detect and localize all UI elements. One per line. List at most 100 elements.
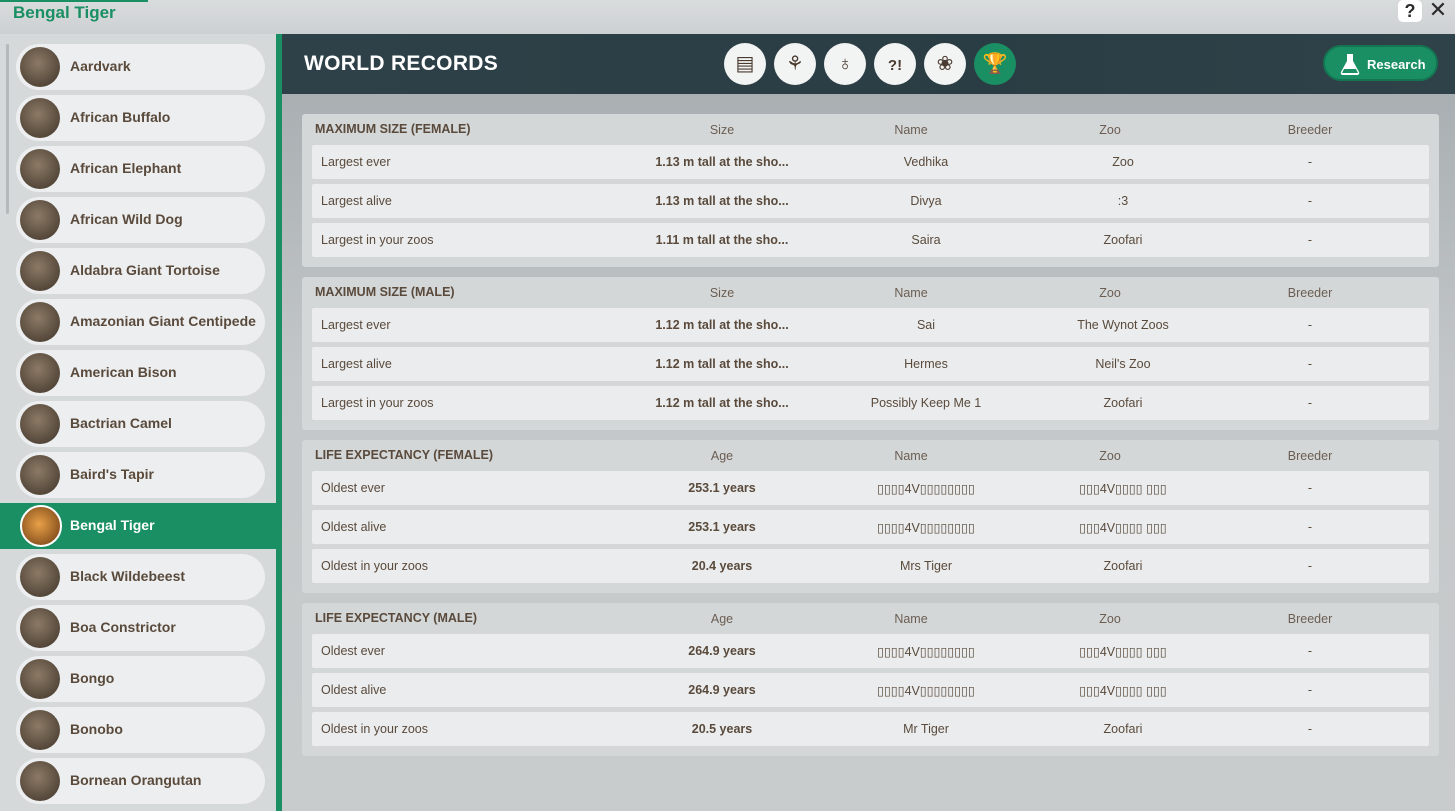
record-row[interactable]: Oldest in your zoos 20.4 years Mrs Tiger Zo… bbox=[312, 549, 1429, 583]
record-name: ▯▯▯▯4V▯▯▯▯▯▯▯▯ bbox=[877, 482, 975, 496]
animal-avatar bbox=[20, 608, 60, 648]
trophy-icon: 🏆 bbox=[982, 53, 1008, 75]
enrichment-tab[interactable]: ♁ bbox=[824, 43, 866, 85]
trophy-tab[interactable]: 🏆 bbox=[974, 43, 1016, 85]
record-label: Largest in your zoos bbox=[321, 396, 434, 410]
record-row[interactable]: Largest ever 1.12 m tall at the sho... Sai… bbox=[312, 308, 1429, 342]
record-row[interactable]: Largest in your zoos 1.11 m tall at the s… bbox=[312, 223, 1429, 257]
record-label: Oldest ever bbox=[321, 481, 385, 495]
sidebar-item[interactable]: African Elephant bbox=[16, 146, 265, 192]
record-label: Oldest in your zoos bbox=[321, 559, 428, 573]
section-title: LIFE EXPECTANCY (MALE) bbox=[315, 611, 478, 625]
column-header: Size bbox=[709, 123, 735, 137]
section-title: LIFE EXPECTANCY (FEMALE) bbox=[315, 448, 494, 462]
sidebar-item-label: American Bison bbox=[70, 364, 177, 380]
sidebar-item-label: Bornean Orangutan bbox=[70, 772, 202, 788]
record-name: Mrs Tiger bbox=[899, 559, 953, 573]
record-breeder: - bbox=[1307, 481, 1313, 495]
sidebar-item-label: Boa Constrictor bbox=[70, 619, 176, 635]
sidebar-item-label: African Elephant bbox=[70, 160, 182, 176]
records-content: MAXIMUM SIZE (FEMALE) Size Name Zoo Breeder L… bbox=[282, 94, 1455, 811]
record-section: LIFE EXPECTANCY (FEMALE) Age Name Zoo Breede… bbox=[302, 440, 1439, 593]
column-header: Zoo bbox=[1099, 123, 1121, 137]
record-label: Largest ever bbox=[321, 318, 391, 332]
window-title: Bengal Tiger bbox=[13, 3, 116, 22]
record-row[interactable]: Largest alive 1.12 m tall at the sho... He… bbox=[312, 347, 1429, 381]
record-zoo: Zoo bbox=[1112, 155, 1134, 169]
column-header: Zoo bbox=[1099, 449, 1121, 463]
column-header: Zoo bbox=[1099, 286, 1121, 300]
sidebar-item[interactable]: Bengal Tiger bbox=[0, 503, 276, 549]
column-header: Breeder bbox=[1287, 449, 1333, 463]
sidebar-item[interactable]: Bongo bbox=[16, 656, 265, 702]
paw-icon: ❀ bbox=[936, 53, 954, 75]
record-value: 1.12 m tall at the sho... bbox=[655, 318, 789, 332]
sidebar-item[interactable]: Bactrian Camel bbox=[16, 401, 265, 447]
column-header: Name bbox=[894, 123, 928, 137]
record-label: Oldest alive bbox=[321, 683, 387, 697]
sidebar-item[interactable]: Black Wildebeest bbox=[16, 554, 265, 600]
title-underline bbox=[0, 0, 148, 2]
sidebar-item-label: African Buffalo bbox=[70, 109, 171, 125]
main-panel: WORLD RECORDS ▤ ⚘ ♁?! ❀ 🏆 Research MAXIMUM S… bbox=[282, 34, 1455, 811]
record-breeder: - bbox=[1307, 396, 1313, 410]
record-name: ▯▯▯▯4V▯▯▯▯▯▯▯▯ bbox=[877, 684, 975, 698]
record-name: Saira bbox=[911, 233, 941, 247]
record-row[interactable]: Oldest in your zoos 20.5 years Mr Tiger Zoo… bbox=[312, 712, 1429, 746]
behaviour-tab[interactable]: ?! bbox=[874, 43, 916, 85]
sidebar-item[interactable]: African Wild Dog bbox=[16, 197, 265, 243]
close-button[interactable]: ✕ bbox=[1428, 0, 1448, 21]
record-name: Hermes bbox=[904, 357, 948, 371]
sidebar-item-label: Bongo bbox=[70, 670, 115, 686]
animal-avatar bbox=[20, 659, 60, 699]
section-title: MAXIMUM SIZE (FEMALE) bbox=[315, 122, 471, 136]
sidebar-item[interactable]: African Buffalo bbox=[16, 95, 265, 141]
record-row[interactable]: Largest in your zoos 1.12 m tall at the s… bbox=[312, 386, 1429, 420]
record-row[interactable]: Oldest alive 264.9 years ▯▯▯▯4V▯▯▯▯▯▯▯▯ ▯▯▯… bbox=[312, 673, 1429, 707]
sidebar-item[interactable]: Aldabra Giant Tortoise bbox=[16, 248, 265, 294]
column-header: Age bbox=[710, 449, 734, 463]
record-zoo: ▯▯▯4V▯▯▯▯ ▯▯▯ bbox=[1079, 645, 1167, 659]
animal-list: Aardvark African Buffalo African Elephant A… bbox=[0, 34, 282, 811]
record-zoo: ▯▯▯4V▯▯▯▯ ▯▯▯ bbox=[1079, 684, 1167, 698]
record-value: 1.12 m tall at the sho... bbox=[655, 357, 789, 371]
sidebar-item[interactable]: Amazonian Giant Centipede bbox=[16, 299, 265, 345]
record-zoo: :3 bbox=[1117, 194, 1129, 208]
record-row[interactable]: Largest ever 1.13 m tall at the sho... Ved… bbox=[312, 145, 1429, 179]
records-header: WORLD RECORDS ▤ ⚘ ♁?! ❀ 🏆 Research bbox=[282, 34, 1455, 94]
record-breeder: - bbox=[1307, 155, 1313, 169]
help-button[interactable]: ? bbox=[1398, 0, 1422, 22]
animal-avatar bbox=[20, 710, 60, 750]
record-zoo: The Wynot Zoos bbox=[1077, 318, 1169, 332]
animal-avatar bbox=[20, 557, 60, 597]
paw-tab[interactable]: ❀ bbox=[924, 43, 966, 85]
research-button[interactable]: Research bbox=[1323, 45, 1438, 81]
record-label: Largest in your zoos bbox=[321, 233, 434, 247]
biome-tab[interactable]: ⚘ bbox=[774, 43, 816, 85]
record-name: Possibly Keep Me 1 bbox=[870, 396, 982, 410]
clipboard-tab[interactable]: ▤ bbox=[724, 43, 766, 85]
record-value: 264.9 years bbox=[688, 644, 756, 658]
sidebar-item[interactable]: Bornean Orangutan bbox=[16, 758, 265, 804]
animal-avatar bbox=[20, 200, 60, 240]
sidebar-item[interactable]: Baird's Tapir bbox=[16, 452, 265, 498]
record-label: Largest ever bbox=[321, 155, 391, 169]
record-zoo: Neil's Zoo bbox=[1095, 357, 1151, 371]
record-value: 1.13 m tall at the sho... bbox=[655, 194, 789, 208]
record-name: Vedhika bbox=[903, 155, 949, 169]
record-breeder: - bbox=[1307, 683, 1313, 697]
column-header: Name bbox=[894, 449, 928, 463]
record-row[interactable]: Oldest ever 253.1 years ▯▯▯▯4V▯▯▯▯▯▯▯▯ ▯▯▯4… bbox=[312, 471, 1429, 505]
sidebar-item[interactable]: Boa Constrictor bbox=[16, 605, 265, 651]
sidebar-item[interactable]: Aardvark bbox=[16, 44, 265, 90]
record-row[interactable]: Oldest ever 264.9 years ▯▯▯▯4V▯▯▯▯▯▯▯▯ ▯▯▯4… bbox=[312, 634, 1429, 668]
sidebar-item[interactable]: Bonobo bbox=[16, 707, 265, 753]
record-row[interactable]: Oldest alive 253.1 years ▯▯▯▯4V▯▯▯▯▯▯▯▯ ▯▯▯… bbox=[312, 510, 1429, 544]
clipboard-icon: ▤ bbox=[735, 53, 755, 75]
sidebar-item-label: African Wild Dog bbox=[70, 211, 183, 227]
record-breeder: - bbox=[1307, 722, 1313, 736]
record-row[interactable]: Largest alive 1.13 m tall at the sho... Di… bbox=[312, 184, 1429, 218]
sidebar-item[interactable]: American Bison bbox=[16, 350, 265, 396]
sidebar-scrollbar[interactable] bbox=[6, 44, 9, 214]
record-section: MAXIMUM SIZE (FEMALE) Size Name Zoo Breeder L… bbox=[302, 114, 1439, 267]
